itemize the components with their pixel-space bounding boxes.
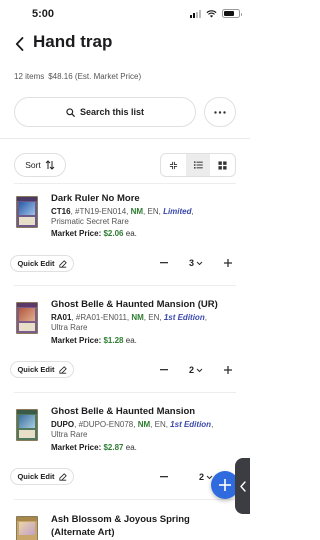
view-toggle xyxy=(160,153,236,177)
card-thumbnail[interactable] xyxy=(16,302,38,334)
collapse-icon xyxy=(169,161,177,169)
condition: NM xyxy=(130,207,144,216)
quantity-stepper: 2 xyxy=(154,360,238,380)
divider xyxy=(0,138,250,139)
plus-icon xyxy=(219,479,231,491)
more-options-button[interactable] xyxy=(204,97,236,127)
market-price: Market Price: $1.28 ea. xyxy=(51,336,137,345)
set-code: DUPO xyxy=(51,420,75,429)
decrease-button[interactable] xyxy=(154,360,174,380)
cellular-signal-icon xyxy=(190,9,201,18)
decrease-button[interactable] xyxy=(154,467,174,487)
wifi-icon xyxy=(206,9,217,18)
grid-view-button[interactable] xyxy=(210,154,235,176)
item-divider xyxy=(14,183,236,184)
plus-icon xyxy=(224,366,232,374)
item-count: 12 items xyxy=(14,72,45,81)
edit-icon xyxy=(58,365,67,374)
market-price: Market Price: $2.06 ea. xyxy=(51,229,137,238)
item-name[interactable]: Dark Ruler No More xyxy=(51,193,140,204)
item-name-continued[interactable]: (Alternate Art) xyxy=(51,527,115,538)
condition: NM xyxy=(137,420,151,429)
item-details: RA01, #RA01-EN011, NM, EN, 1st Edition, … xyxy=(51,313,207,332)
rarity: Ultra Rare xyxy=(51,323,88,332)
decrease-button[interactable] xyxy=(154,253,174,273)
quick-edit-button[interactable]: Quick Edit xyxy=(10,468,74,485)
list-icon xyxy=(193,161,203,169)
ellipsis-icon xyxy=(214,110,226,114)
rarity: Prismatic Secret Rare xyxy=(51,217,129,226)
edition: Limited xyxy=(163,207,192,216)
sort-button[interactable]: Sort xyxy=(14,153,66,177)
search-row: Search this list xyxy=(14,97,236,127)
card-number: , #RA01-EN011, xyxy=(71,313,132,322)
item-name[interactable]: Ghost Belle & Haunted Mansion (UR) xyxy=(51,299,218,310)
increase-button[interactable] xyxy=(218,360,238,380)
condition: NM xyxy=(131,313,144,322)
card-thumbnail[interactable] xyxy=(16,409,38,441)
card-thumbnail[interactable] xyxy=(16,516,38,540)
item-divider xyxy=(14,392,236,393)
quantity-select[interactable]: 3 xyxy=(174,258,218,268)
page-title: Hand trap xyxy=(33,32,113,51)
item-details: DUPO, #DUPO-EN078, NM, EN, 1st Edition, … xyxy=(51,420,214,439)
edition: 1st Edition xyxy=(170,420,212,429)
card-number: , #DUPO-EN078, xyxy=(74,420,138,429)
search-icon xyxy=(66,107,75,117)
header: Hand trap xyxy=(0,28,250,62)
item-name[interactable]: Ghost Belle & Haunted Mansion xyxy=(51,406,195,417)
edit-icon xyxy=(58,259,67,268)
quantity-stepper: 3 xyxy=(154,253,238,273)
quick-edit-button[interactable]: Quick Edit xyxy=(10,361,74,378)
market-price: Market Price: $2.87 ea. xyxy=(51,443,137,452)
status-time: 5:00 xyxy=(32,8,55,20)
search-list-button[interactable]: Search this list xyxy=(14,97,196,127)
price-value: $2.06 xyxy=(103,229,124,238)
language: , EN, xyxy=(150,420,171,429)
edition: 1st Edition xyxy=(163,313,205,322)
total-price: $48.16 (Est. Market Price) xyxy=(48,72,142,81)
card-thumbnail[interactable] xyxy=(16,196,38,228)
plus-icon xyxy=(224,259,232,267)
list-summary: 12 items $48.16 (Est. Market Price) xyxy=(14,72,141,81)
minus-icon xyxy=(160,262,168,264)
status-bar: 5:00 xyxy=(0,0,250,28)
grid-icon xyxy=(218,160,227,170)
back-arrow-icon[interactable] xyxy=(12,34,26,54)
edit-icon xyxy=(58,472,67,481)
sort-label: Sort xyxy=(25,160,41,170)
item-name[interactable]: Ash Blossom & Joyous Spring xyxy=(51,514,190,525)
card-number: , #TN19-EN014, xyxy=(70,207,131,216)
battery-icon xyxy=(222,9,242,18)
set-code: CT16 xyxy=(51,207,71,216)
chevron-down-icon xyxy=(196,368,203,372)
sort-arrows-icon xyxy=(45,160,55,170)
chevron-down-icon xyxy=(196,261,203,265)
list-view-button[interactable] xyxy=(185,154,211,176)
compact-view-button[interactable] xyxy=(161,154,186,176)
quick-edit-button[interactable]: Quick Edit xyxy=(10,255,74,272)
language: , EN, xyxy=(143,313,164,322)
search-label: Search this list xyxy=(79,107,145,117)
minus-icon xyxy=(160,476,168,478)
price-value: $2.87 xyxy=(103,443,124,452)
side-panel-handle[interactable] xyxy=(235,458,250,514)
minus-icon xyxy=(160,369,168,371)
increase-button[interactable] xyxy=(218,253,238,273)
price-value: $1.28 xyxy=(103,336,124,345)
item-divider xyxy=(14,499,236,500)
chevron-left-icon xyxy=(239,480,246,492)
set-code: RA01 xyxy=(51,313,72,322)
item-divider xyxy=(14,285,236,286)
item-details: CT16, #TN19-EN014, NM, EN, Limited, Pris… xyxy=(51,207,194,226)
quantity-select[interactable]: 2 xyxy=(174,365,218,375)
rarity: Ultra Rare xyxy=(51,430,88,439)
status-icons xyxy=(190,9,242,18)
language: , EN, xyxy=(143,207,164,216)
